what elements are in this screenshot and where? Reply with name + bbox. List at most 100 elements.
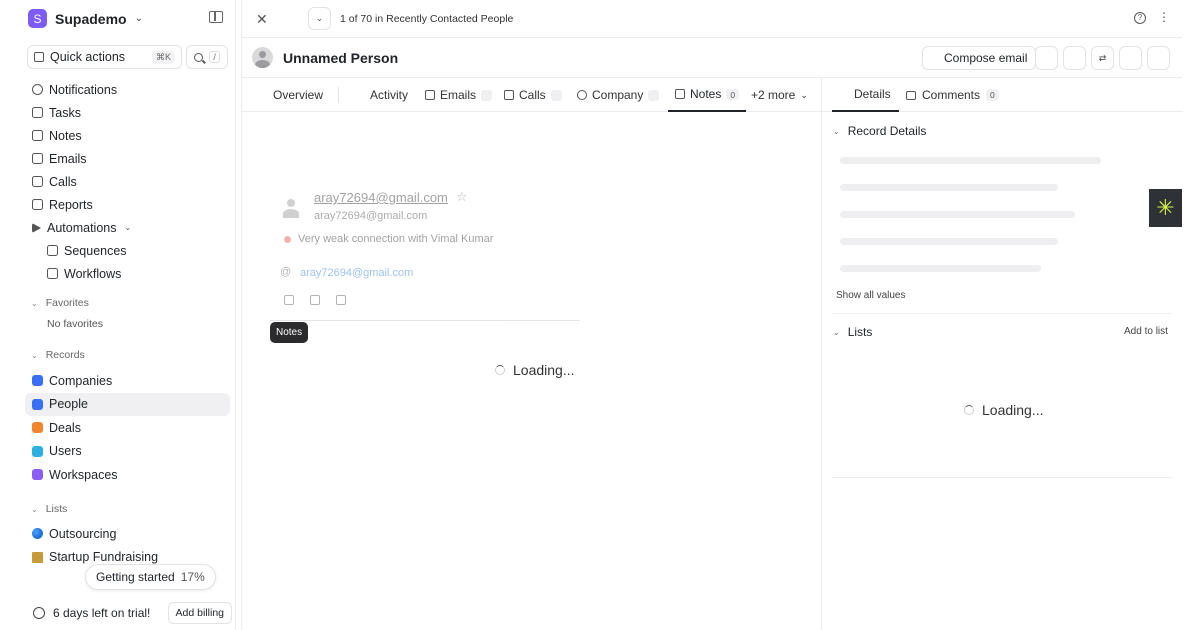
sidebar-item-label: Outsourcing bbox=[49, 526, 117, 541]
toolbar-button-5[interactable] bbox=[1147, 46, 1170, 70]
lists-loading: Loading... bbox=[964, 402, 1044, 418]
sidebar-item-companies[interactable]: Companies bbox=[25, 369, 230, 393]
sidebar-item-workspaces[interactable]: Workspaces bbox=[25, 463, 230, 487]
trial-text: 6 days left on trial! bbox=[53, 605, 151, 620]
sidebar-item-tasks[interactable]: Tasks bbox=[27, 101, 232, 124]
tab-notes[interactable]: Notes 0 bbox=[668, 78, 747, 112]
sidebar-item-sequences[interactable]: Sequences bbox=[27, 239, 232, 262]
sidebar-item-workflows[interactable]: Workflows bbox=[27, 262, 232, 285]
sidebar-item-users[interactable]: Users bbox=[25, 440, 230, 464]
quick-actions-label: Quick actions bbox=[50, 50, 126, 64]
sidebar-item-label: Users bbox=[49, 444, 82, 459]
compose-email-button[interactable]: Compose email bbox=[922, 46, 1037, 70]
globe-icon bbox=[32, 528, 43, 540]
quick-actions-button[interactable]: Quick actions ⌘K bbox=[27, 45, 182, 69]
bank-icon bbox=[32, 551, 43, 563]
tab-calls[interactable]: Calls bbox=[504, 78, 562, 112]
checkbox-icon bbox=[32, 107, 43, 118]
chevron-down-icon: ⌄ bbox=[124, 223, 132, 232]
more-vertical-icon[interactable]: ⋮ bbox=[1158, 10, 1170, 24]
tab-separator bbox=[338, 87, 339, 103]
sidebar-item-emails[interactable]: Emails bbox=[27, 147, 232, 170]
lists-header[interactable]: ⌄ Lists bbox=[833, 325, 872, 339]
sidebar-item-label: People bbox=[49, 397, 88, 412]
sidebar-item-reports[interactable]: Reports bbox=[27, 193, 232, 216]
tab-label: Emails bbox=[440, 88, 477, 102]
workspace-switcher[interactable]: S Supademo ⌄ bbox=[28, 9, 143, 28]
tab-more[interactable]: +2 more ⌄ bbox=[751, 78, 808, 112]
toolbar-button-4[interactable] bbox=[1119, 46, 1142, 70]
toolbar-button-1[interactable] bbox=[1035, 46, 1058, 70]
spinner-icon bbox=[964, 405, 974, 415]
record-title: Unnamed Person bbox=[283, 50, 399, 66]
show-all-values-link[interactable]: Show all values bbox=[836, 290, 905, 301]
help-icon[interactable]: ? bbox=[1134, 12, 1146, 24]
details-tabs: Details Comments 0 bbox=[822, 78, 1183, 112]
getting-started-button[interactable]: Getting started 17% bbox=[85, 564, 216, 590]
records-section-header[interactable]: ⌄ Records bbox=[31, 349, 85, 361]
details-panel: Details Comments 0 ⌄ Record Details Show … bbox=[821, 78, 1183, 630]
tab-emails[interactable]: Emails bbox=[425, 78, 493, 112]
tab-company[interactable]: Company bbox=[577, 78, 660, 112]
video-icon bbox=[32, 176, 43, 187]
person-email-link[interactable]: aray72694@gmail.com bbox=[300, 267, 413, 279]
loading-text: Loading... bbox=[513, 362, 575, 378]
person-email-subtitle: aray72694@gmail.com bbox=[314, 210, 428, 222]
getting-started-label: Getting started bbox=[96, 570, 175, 584]
favorites-empty: No favorites bbox=[47, 318, 104, 330]
add-billing-button[interactable]: Add billing bbox=[167, 601, 232, 624]
trial-banner: 6 days left on trial! Add billing bbox=[27, 600, 232, 625]
help-widget[interactable]: ✳ bbox=[1149, 189, 1182, 227]
note-icon[interactable] bbox=[284, 295, 294, 305]
comment-icon bbox=[906, 90, 916, 100]
records-list: Companies People Deals Users Workspaces bbox=[25, 369, 230, 487]
sidebar-item-label: Notifications bbox=[49, 82, 118, 97]
sidebar-item-outsourcing[interactable]: Outsourcing bbox=[25, 522, 230, 546]
sidebar-item-label: Workspaces bbox=[49, 467, 118, 482]
sidebar-item-label: Deals bbox=[49, 420, 81, 435]
connection-strength: Very weak connection with Vimal Kumar bbox=[284, 233, 493, 245]
loading-text: Loading... bbox=[982, 402, 1044, 418]
star-icon[interactable]: ☆ bbox=[456, 189, 468, 205]
close-icon[interactable]: ✕ bbox=[256, 11, 268, 28]
video-icon bbox=[504, 90, 514, 100]
getting-started-percent: 17% bbox=[180, 570, 205, 584]
sidebar-item-people[interactable]: People bbox=[25, 392, 230, 416]
tab-overview[interactable]: Overview bbox=[273, 78, 323, 112]
at-sign-icon: @ bbox=[280, 266, 292, 278]
tab-comments[interactable]: Comments 0 bbox=[906, 78, 999, 112]
add-to-list-button[interactable]: Add to list bbox=[1124, 326, 1168, 337]
sidebar-item-automations[interactable]: Automations ⌄ bbox=[27, 216, 232, 239]
favorites-title: Favorites bbox=[45, 297, 89, 309]
lists-title: Lists bbox=[45, 503, 68, 515]
workspace-badge: S bbox=[28, 9, 47, 28]
chevron-down-icon: ⌄ bbox=[833, 126, 840, 136]
sidebar-item-notes[interactable]: Notes bbox=[27, 124, 232, 147]
toolbar-button-2[interactable] bbox=[1063, 46, 1086, 70]
workspaces-icon bbox=[32, 469, 43, 481]
skeleton-line bbox=[840, 265, 1041, 272]
merge-icon[interactable]: ⇄ bbox=[1091, 46, 1114, 70]
divider bbox=[832, 477, 1172, 478]
sidebar-item-notifications[interactable]: Notifications bbox=[27, 78, 232, 101]
task-icon[interactable] bbox=[310, 295, 320, 305]
tab-details[interactable]: Details bbox=[832, 78, 899, 112]
lists-section-header[interactable]: ⌄ Lists bbox=[31, 503, 67, 515]
tab-label: Comments bbox=[922, 88, 981, 102]
workflow-icon bbox=[47, 268, 58, 279]
tab-label: Overview bbox=[273, 88, 324, 102]
record-nav-dropdown[interactable]: ⌄ bbox=[308, 7, 331, 30]
mail-icon bbox=[32, 153, 43, 164]
favorites-section-header[interactable]: ⌄ Favorites bbox=[31, 297, 89, 309]
person-email-title[interactable]: aray72694@gmail.com bbox=[314, 190, 448, 205]
comment-icon[interactable] bbox=[336, 295, 346, 305]
tab-activity[interactable]: Activity bbox=[370, 78, 408, 112]
search-button[interactable]: / bbox=[186, 45, 228, 69]
sidebar-item-calls[interactable]: Calls bbox=[27, 170, 232, 193]
sidebar-item-label: Calls bbox=[49, 174, 77, 189]
record-details-header[interactable]: ⌄ Record Details bbox=[833, 124, 926, 138]
sidebar-toggle-icon[interactable] bbox=[209, 11, 223, 23]
sidebar-item-deals[interactable]: Deals bbox=[25, 416, 230, 440]
sidebar-item-label: Tasks bbox=[49, 105, 81, 120]
chevron-down-icon: ⌄ bbox=[833, 327, 840, 337]
